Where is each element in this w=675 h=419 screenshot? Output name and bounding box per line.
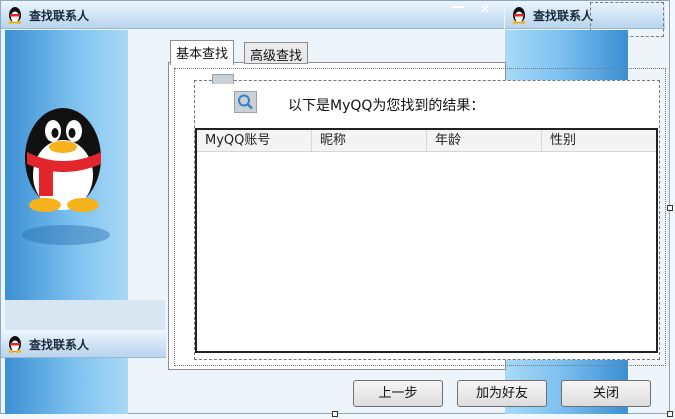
left-divider-strip (5, 300, 165, 330)
listview-header: MyQQ账号 昵称 年龄 性别 (197, 130, 656, 152)
resize-handle-bottom[interactable] (332, 411, 338, 417)
qq-penguin-icon (8, 336, 22, 353)
resize-handle-corner[interactable] (667, 411, 673, 417)
left-banner-panel (5, 30, 128, 300)
resize-handle-right[interactable] (667, 205, 673, 211)
prev-step-button[interactable]: 上一步 (353, 380, 443, 407)
search-icon-small (212, 74, 234, 84)
tab-basic-search[interactable]: 基本查找 (170, 40, 235, 65)
qq-penguin-mascot (22, 108, 110, 245)
result-text: 以下是MyQQ为您找到的结果： (288, 98, 485, 114)
left-banner-panel-bottom (5, 358, 128, 414)
qq-penguin-icon (8, 7, 22, 24)
add-friend-button[interactable]: 加为好友 (457, 380, 547, 407)
column-header-gender[interactable]: 性别 (542, 130, 656, 152)
window-title: 查找联系人 (29, 9, 90, 23)
column-header-account[interactable]: MyQQ账号 (197, 130, 312, 152)
column-header-nickname[interactable]: 昵称 (312, 130, 427, 152)
title-bar: 查找联系人 (1, 1, 504, 29)
window-title-copy: 查找联系人 (533, 9, 594, 23)
title-bar-copy-bottom: 查找联系人 (1, 330, 166, 358)
minimize-button[interactable] (448, 6, 468, 9)
window-title-copy: 查找联系人 (29, 338, 90, 352)
column-header-age[interactable]: 年龄 (427, 130, 542, 152)
close-button[interactable]: 关闭 (561, 380, 651, 407)
results-listview[interactable]: MyQQ账号 昵称 年龄 性别 (195, 128, 658, 353)
qq-penguin-icon (512, 7, 526, 24)
search-icon (234, 91, 257, 113)
tab-advanced-search[interactable]: 高级查找 (244, 42, 309, 64)
close-icon[interactable]: ✕ (480, 2, 490, 16)
